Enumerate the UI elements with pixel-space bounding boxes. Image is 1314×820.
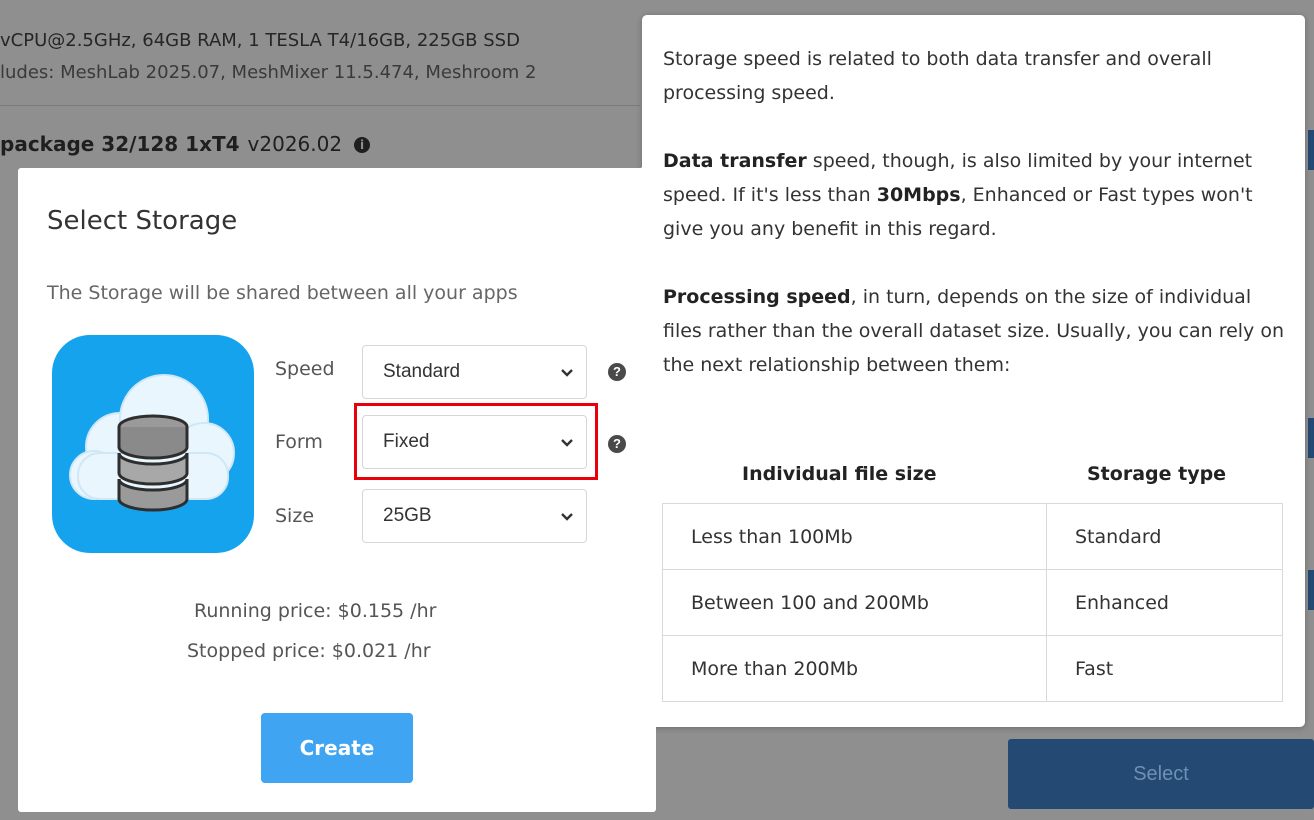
bg-divider [0, 105, 640, 106]
table-cell: Less than 100Mb [662, 503, 1047, 570]
stopped-price-value: $0.021 /hr [331, 640, 431, 662]
select-storage-modal: Select Storage The Storage will be share… [18, 168, 656, 812]
info-icon: i [354, 137, 371, 153]
bg-edge [1308, 570, 1314, 610]
running-price-value: $0.155 /hr [337, 600, 437, 622]
popover-paragraph-1: Storage speed is related to both data tr… [663, 48, 1212, 104]
running-price-label: Running price: [194, 600, 332, 622]
bg-package-version: v2026.02 [247, 132, 343, 156]
stopped-price-label: Stopped price: [187, 640, 326, 662]
speed-label: Speed [275, 358, 335, 380]
table-row: More than 200Mb Fast [662, 635, 1283, 702]
bg-package-title: package 32/128 1xT4 v2026.02 i [0, 132, 371, 156]
popover-bold: Data transfer [663, 150, 807, 172]
popover-paragraph-2: Data transfer speed, though, is also lim… [663, 144, 1293, 246]
table-header-file-size: Individual file size [742, 463, 937, 485]
size-select[interactable]: 25GB [362, 489, 587, 543]
chevron-down-icon [561, 369, 573, 377]
table-row: Less than 100Mb Standard [662, 503, 1283, 570]
size-label: Size [275, 505, 315, 527]
cloud-database-icon [52, 335, 254, 553]
size-select-value: 25GB [383, 505, 432, 526]
speed-select-value: Standard [383, 361, 461, 382]
table-cell: Enhanced [1046, 569, 1283, 636]
popover-paragraph-3: Processing speed, in turn, depends on th… [663, 280, 1293, 382]
table-cell: Standard [1046, 503, 1283, 570]
bg-spec-line: vCPU@2.5GHz, 64GB RAM, 1 TESLA T4/16GB, … [0, 30, 520, 51]
form-highlight-box [354, 403, 598, 480]
speed-select[interactable]: Standard [362, 345, 587, 399]
form-help-icon[interactable]: ? [608, 435, 626, 453]
bg-edge [1308, 130, 1314, 170]
table-cell: More than 200Mb [662, 635, 1047, 702]
storage-size-table: Less than 100Mb Standard Between 100 and… [662, 503, 1283, 702]
running-price: Running price: $0.155 /hr [194, 600, 436, 622]
bg-includes-line: ludes: MeshLab 2025.07, MeshMixer 11.5.4… [0, 62, 537, 83]
speed-help-icon[interactable]: ? [608, 363, 626, 381]
bg-edge [1308, 418, 1314, 458]
chevron-down-icon [561, 513, 573, 521]
popover-bold: Processing speed [663, 286, 851, 308]
form-label: Form [275, 431, 323, 453]
bg-package-name: package 32/128 1xT4 [0, 132, 240, 156]
modal-subtitle: The Storage will be shared between all y… [47, 282, 518, 304]
table-cell: Fast [1046, 635, 1283, 702]
table-row: Between 100 and 200Mb Enhanced [662, 569, 1283, 636]
bg-select-button[interactable]: Select [1008, 739, 1314, 809]
popover-bold: 30Mbps [876, 184, 961, 206]
create-button[interactable]: Create [261, 713, 413, 783]
table-cell: Between 100 and 200Mb [662, 569, 1047, 636]
modal-title: Select Storage [47, 206, 238, 236]
storage-help-popover: Storage speed is related to both data tr… [627, 15, 1305, 727]
table-header-storage-type: Storage type [1087, 463, 1227, 485]
stopped-price: Stopped price: $0.021 /hr [187, 640, 431, 662]
